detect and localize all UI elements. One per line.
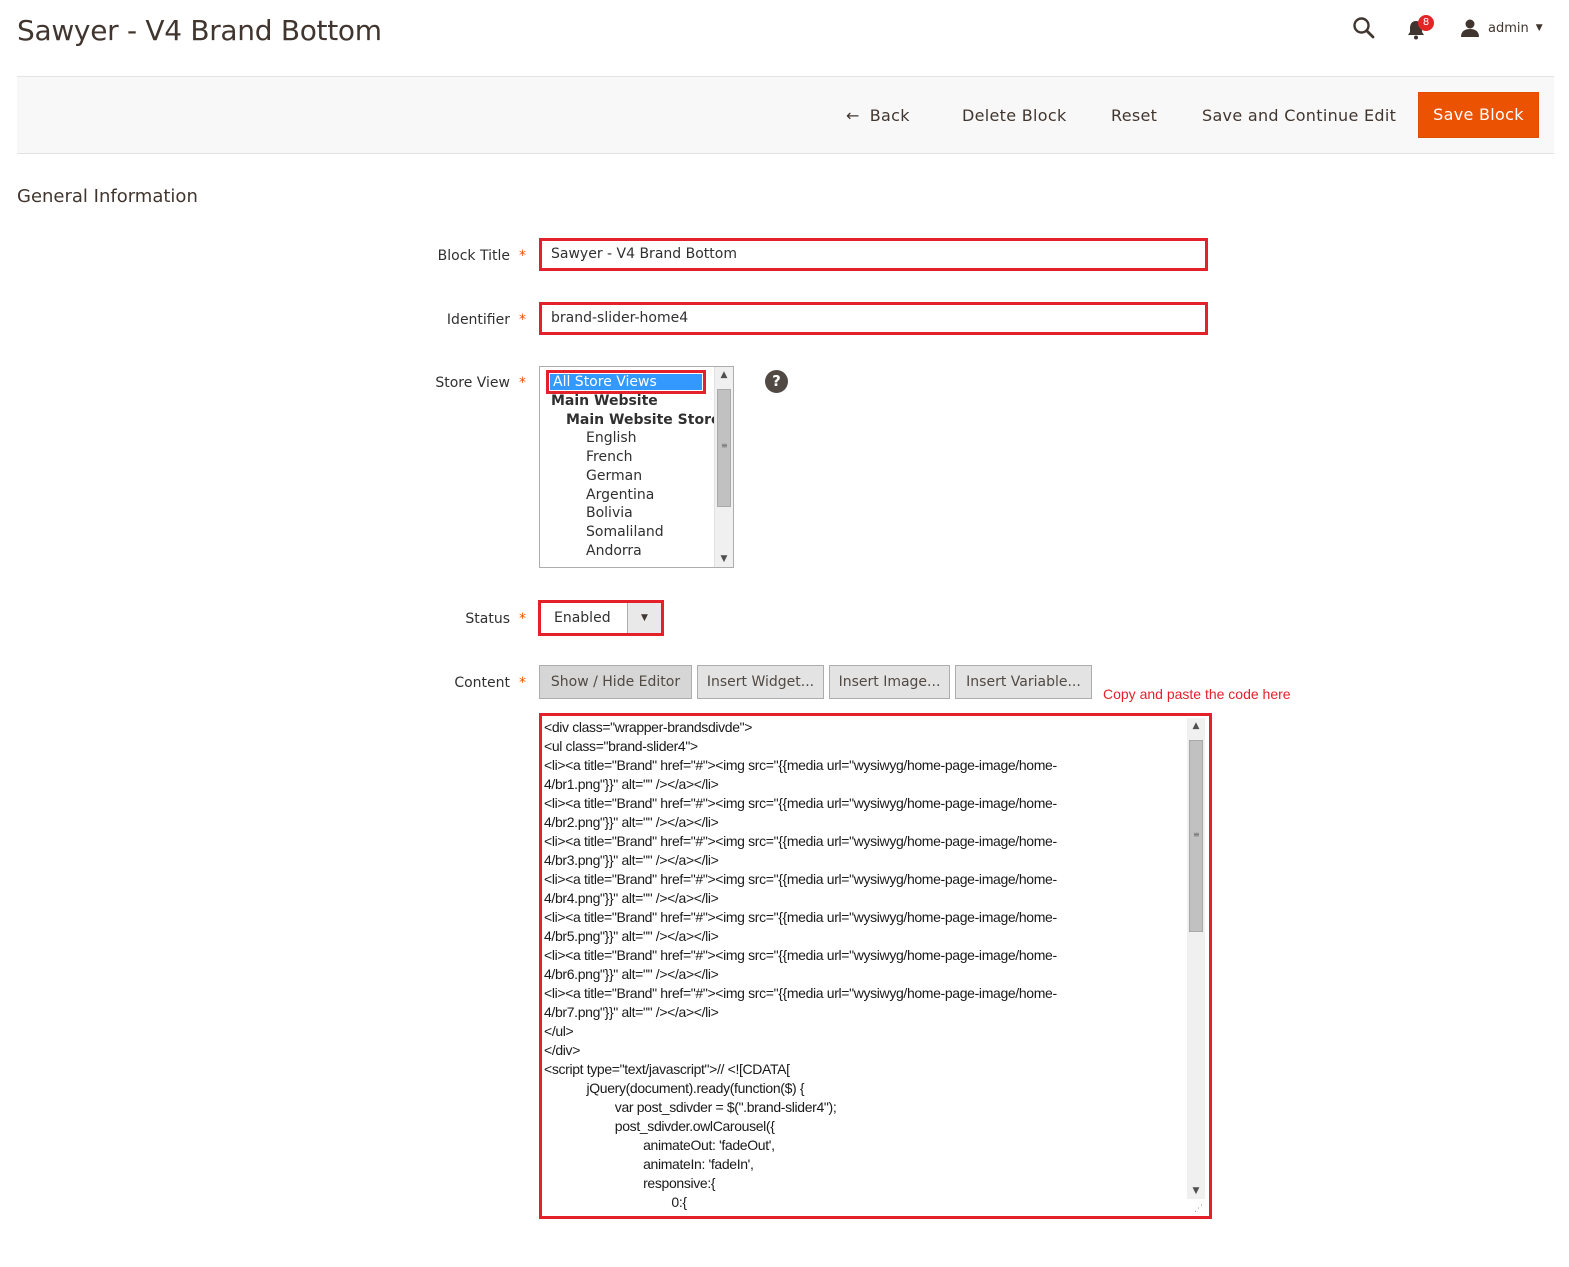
- block-title-label: Block Title: [437, 248, 510, 264]
- store-view-multiselect[interactable]: All Store Views Main Website Main Websit…: [539, 366, 734, 568]
- insert-image-button[interactable]: Insert Image...: [829, 665, 950, 699]
- store-view-label: Store View: [435, 375, 510, 391]
- save-and-continue-button[interactable]: Save and Continue Edit: [1202, 101, 1396, 131]
- arrow-left-icon: ←: [846, 106, 860, 125]
- save-block-button[interactable]: Save Block: [1418, 92, 1539, 138]
- scroll-down-icon[interactable]: ▼: [715, 551, 733, 567]
- content-code[interactable]: <div class="wrapper-brandsdivde"> <ul cl…: [544, 718, 1184, 1212]
- block-title-input[interactable]: Sawyer - V4 Brand Bottom: [539, 238, 1208, 271]
- required-marker: *: [519, 675, 526, 691]
- page-title: Sawyer - V4 Brand Bottom: [17, 14, 382, 47]
- notification-count-badge: 8: [1418, 15, 1434, 31]
- store-view-option[interactable]: Andorra: [586, 543, 642, 559]
- store-view-option-all[interactable]: All Store Views: [546, 370, 706, 394]
- insert-widget-button[interactable]: Insert Widget...: [697, 665, 824, 699]
- user-account-menu[interactable]: admin ▼: [1460, 16, 1543, 40]
- page-actions-bar: ← Back Delete Block Reset Save and Contin…: [17, 76, 1554, 154]
- identifier-input[interactable]: brand-slider-home4: [539, 302, 1208, 335]
- user-icon: [1461, 19, 1479, 37]
- section-title: General Information: [17, 186, 198, 207]
- scrollbar-thumb[interactable]: ≡: [717, 389, 731, 507]
- status-value: Enabled: [554, 610, 611, 626]
- content-scrollbar[interactable]: ▲ ≡ ▼: [1187, 718, 1205, 1199]
- content-label: Content: [454, 675, 510, 691]
- store-view-option[interactable]: Main Website: [551, 393, 658, 409]
- resize-handle-icon[interactable]: ⋰: [1194, 1204, 1203, 1214]
- store-view-option[interactable]: Argentina: [586, 487, 654, 503]
- store-view-option[interactable]: German: [586, 468, 642, 484]
- back-button[interactable]: ← Back: [846, 101, 910, 131]
- user-name: admin: [1488, 20, 1529, 36]
- status-label: Status: [465, 611, 510, 627]
- delete-block-button[interactable]: Delete Block: [962, 101, 1067, 131]
- required-marker: *: [519, 312, 526, 328]
- store-view-option[interactable]: Bolivia: [586, 505, 633, 521]
- chevron-down-icon: ▼: [627, 603, 661, 633]
- status-select[interactable]: Enabled ▼: [538, 600, 664, 636]
- identifier-label: Identifier: [446, 312, 510, 328]
- scroll-down-icon[interactable]: ▼: [1187, 1183, 1205, 1199]
- chevron-down-icon: ▼: [1535, 23, 1543, 33]
- scroll-up-icon[interactable]: ▲: [1187, 718, 1205, 734]
- scroll-up-icon[interactable]: ▲: [715, 367, 733, 383]
- annotation-note: Copy and paste the code here: [1103, 686, 1291, 702]
- required-marker: *: [519, 248, 526, 264]
- show-hide-editor-button[interactable]: Show / Hide Editor: [539, 665, 692, 699]
- required-marker: *: [519, 375, 526, 391]
- store-view-option[interactable]: Somaliland: [586, 524, 664, 540]
- store-view-option[interactable]: English: [586, 430, 637, 446]
- required-marker: *: [519, 611, 526, 627]
- store-view-option[interactable]: Main Website Store: [566, 412, 720, 428]
- notifications-button[interactable]: 8: [1406, 15, 1434, 42]
- scrollbar-thumb[interactable]: ≡: [1189, 740, 1203, 932]
- insert-variable-button[interactable]: Insert Variable...: [955, 665, 1092, 699]
- search-icon[interactable]: [1352, 16, 1376, 40]
- store-view-scrollbar[interactable]: ▲ ≡ ▼: [714, 367, 733, 567]
- store-view-option[interactable]: French: [586, 449, 633, 465]
- reset-button[interactable]: Reset: [1111, 101, 1157, 131]
- help-icon[interactable]: ?: [765, 370, 788, 393]
- content-textarea[interactable]: <div class="wrapper-brandsdivde"> <ul cl…: [539, 713, 1212, 1219]
